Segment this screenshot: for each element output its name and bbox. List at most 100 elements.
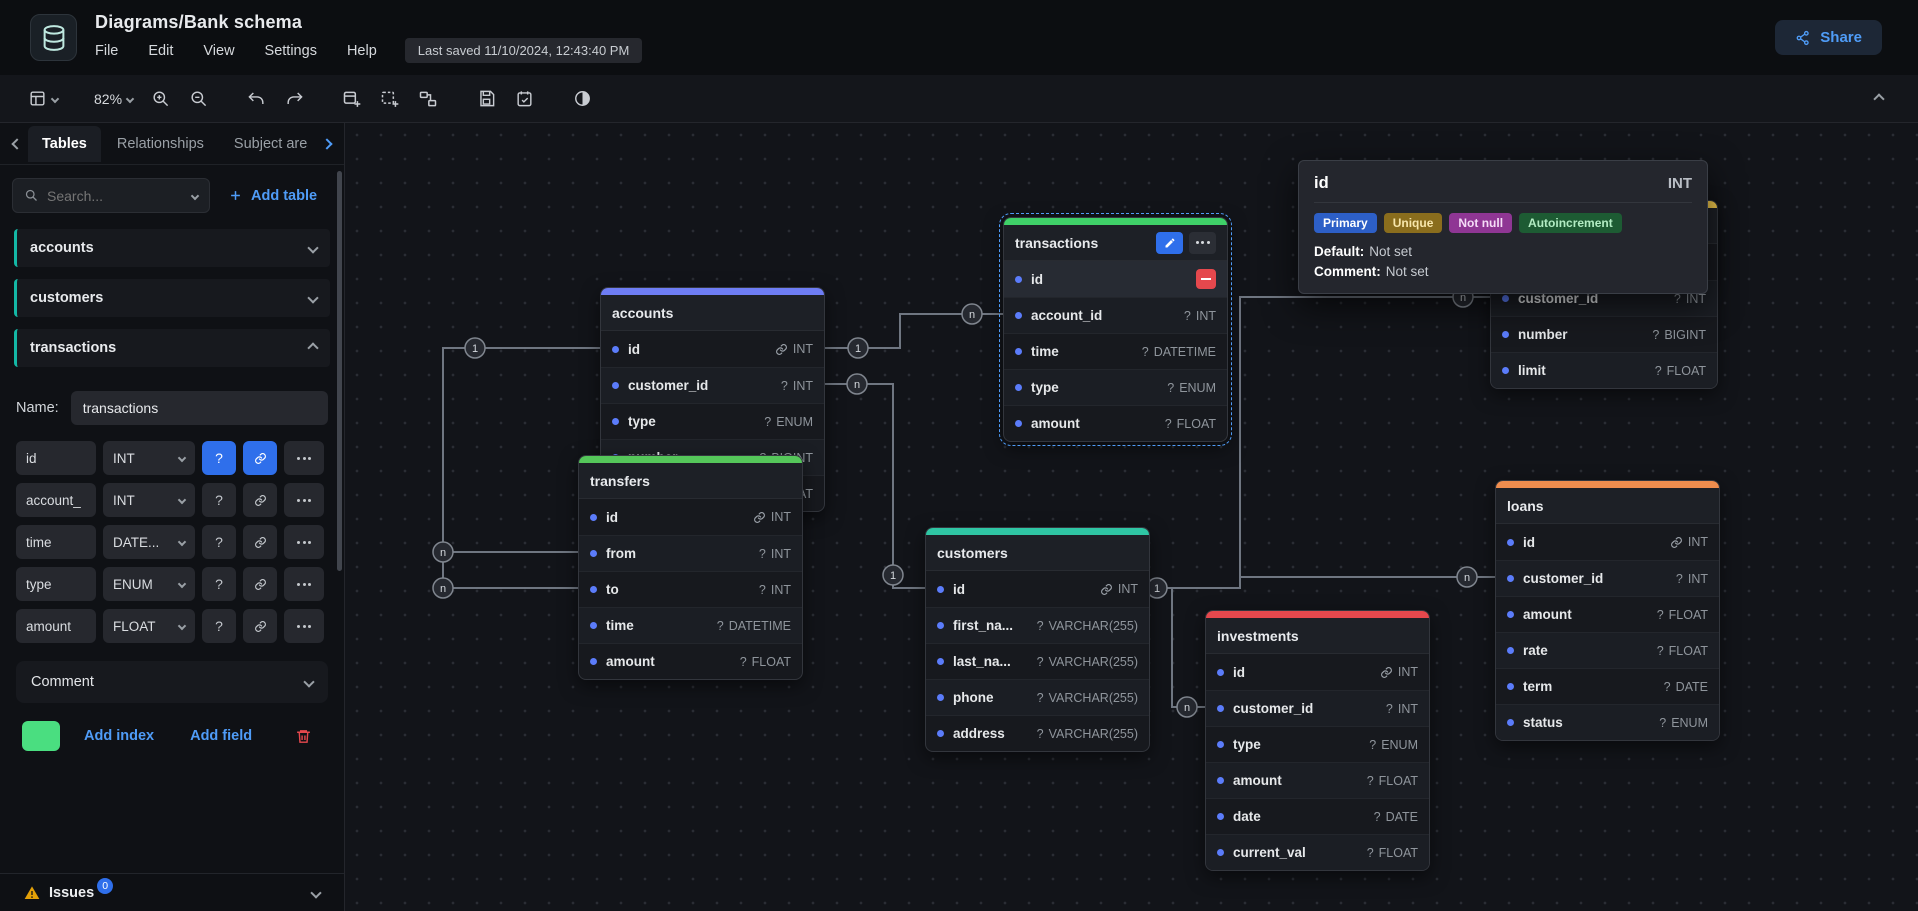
table-field-row[interactable]: id	[1004, 261, 1227, 297]
comment-section[interactable]: Comment	[16, 661, 328, 703]
zoom-in-button[interactable]	[143, 83, 177, 115]
delete-field-button[interactable]	[1196, 269, 1216, 289]
table-field-row[interactable]: address?VARCHAR(255)	[926, 715, 1149, 751]
primary-key-toggle[interactable]	[243, 441, 277, 475]
zoom-out-button[interactable]	[181, 83, 215, 115]
menu-help[interactable]: Help	[347, 43, 377, 59]
edit-table-button[interactable]	[1156, 232, 1183, 254]
add-relationship-button[interactable]	[411, 83, 445, 115]
relationship-line[interactable]	[825, 384, 925, 588]
field-name-input[interactable]: time	[16, 525, 96, 559]
er-table-customers[interactable]: customersidINTfirst_na...?VARCHAR(255)la…	[925, 527, 1150, 752]
delete-table-button[interactable]	[295, 728, 312, 745]
tabs-scroll-right-button[interactable]	[318, 136, 336, 152]
table-field-row[interactable]: limit?FLOAT	[1491, 352, 1717, 388]
sidebar-table-accounts[interactable]: accounts	[14, 229, 330, 267]
table-field-row[interactable]: term?DATE	[1496, 668, 1719, 704]
field-type-select[interactable]: FLOAT	[103, 609, 195, 643]
table-field-row[interactable]: amount?FLOAT	[1206, 762, 1429, 798]
table-field-row[interactable]: customer_id?INT	[601, 367, 824, 403]
tab-relationships[interactable]: Relationships	[103, 126, 218, 162]
nullable-toggle[interactable]: ?	[202, 525, 236, 559]
menu-file[interactable]: File	[95, 43, 118, 59]
add-subject-area-button[interactable]	[373, 83, 407, 115]
table-field-row[interactable]: idINT	[1206, 654, 1429, 690]
table-field-row[interactable]: idINT	[926, 571, 1149, 607]
table-options-button[interactable]	[1189, 232, 1216, 254]
tab-tables[interactable]: Tables	[28, 126, 101, 162]
table-field-row[interactable]: from?INT	[579, 535, 802, 571]
table-field-row[interactable]: time?DATETIME	[579, 607, 802, 643]
table-field-row[interactable]: customer_id?INT	[1206, 690, 1429, 726]
field-name-input[interactable]: id	[16, 441, 96, 475]
field-options-button[interactable]	[284, 609, 324, 643]
nullable-toggle[interactable]: ?	[202, 441, 236, 475]
field-options-button[interactable]	[284, 441, 324, 475]
add-table-button-sidebar[interactable]: Add table	[218, 180, 327, 212]
table-field-row[interactable]: type?ENUM	[1004, 369, 1227, 405]
issues-bar[interactable]: Issues 0	[0, 873, 344, 911]
add-field-button[interactable]: Add field	[178, 722, 264, 750]
table-field-row[interactable]: type?ENUM	[1206, 726, 1429, 762]
table-field-row[interactable]: first_na...?VARCHAR(255)	[926, 607, 1149, 643]
table-field-row[interactable]: idINT	[601, 331, 824, 367]
table-search-select[interactable]	[12, 178, 210, 213]
zoom-level-select[interactable]: 82%	[88, 83, 139, 115]
table-field-row[interactable]: type?ENUM	[601, 403, 824, 439]
table-name-input[interactable]	[71, 391, 328, 425]
save-button[interactable]	[469, 83, 503, 115]
er-table-investments[interactable]: investmentsidINTcustomer_id?INTtype?ENUM…	[1205, 610, 1430, 871]
field-options-button[interactable]	[284, 525, 324, 559]
nullable-toggle[interactable]: ?	[202, 483, 236, 517]
er-table-transactions[interactable]: transactionsidaccount_id?INTtime?DATETIM…	[1003, 217, 1228, 442]
search-input[interactable]	[47, 188, 184, 204]
add-table-button[interactable]	[335, 83, 369, 115]
table-field-row[interactable]: amount?FLOAT	[579, 643, 802, 679]
diagram-canvas[interactable]: 1n1nnn11nnn id INT PrimaryUniqueNot null…	[345, 123, 1918, 911]
table-field-row[interactable]: phone?VARCHAR(255)	[926, 679, 1149, 715]
table-field-row[interactable]: to?INT	[579, 571, 802, 607]
tab-subject-areas[interactable]: Subject areas	[220, 126, 308, 162]
table-field-row[interactable]: time?DATETIME	[1004, 333, 1227, 369]
primary-key-toggle[interactable]	[243, 483, 277, 517]
nullable-toggle[interactable]: ?	[202, 609, 236, 643]
table-field-row[interactable]: amount?FLOAT	[1004, 405, 1227, 441]
table-field-row[interactable]: idINT	[579, 499, 802, 535]
relationship-line[interactable]	[1240, 297, 1490, 588]
primary-key-toggle[interactable]	[243, 567, 277, 601]
table-color-swatch[interactable]	[22, 721, 60, 751]
field-type-select[interactable]: DATE...	[103, 525, 195, 559]
primary-key-toggle[interactable]	[243, 609, 277, 643]
table-field-row[interactable]: amount?FLOAT	[1496, 596, 1719, 632]
field-options-button[interactable]	[284, 567, 324, 601]
sidebar-table-customers[interactable]: customers	[14, 279, 330, 317]
sidebar-table-transactions[interactable]: transactions	[14, 329, 330, 367]
field-name-input[interactable]: type	[16, 567, 96, 601]
collapse-toolbar-button[interactable]	[1862, 83, 1896, 115]
table-field-row[interactable]: last_na...?VARCHAR(255)	[926, 643, 1149, 679]
share-button[interactable]: Share	[1775, 20, 1882, 55]
table-field-row[interactable]: rate?FLOAT	[1496, 632, 1719, 668]
table-field-row[interactable]: customer_id?INT	[1496, 560, 1719, 596]
table-field-row[interactable]: idINT	[1496, 524, 1719, 560]
table-field-row[interactable]: status?ENUM	[1496, 704, 1719, 740]
redo-button[interactable]	[277, 83, 311, 115]
field-options-button[interactable]	[284, 483, 324, 517]
field-name-input[interactable]: amount	[16, 609, 96, 643]
layout-options-button[interactable]	[22, 83, 64, 115]
menu-edit[interactable]: Edit	[148, 43, 173, 59]
tabs-scroll-left-button[interactable]	[8, 136, 26, 152]
undo-button[interactable]	[239, 83, 273, 115]
field-type-select[interactable]: INT	[103, 483, 195, 517]
todo-button[interactable]	[507, 83, 541, 115]
table-field-row[interactable]: date?DATE	[1206, 798, 1429, 834]
primary-key-toggle[interactable]	[243, 525, 277, 559]
menu-settings[interactable]: Settings	[265, 43, 317, 59]
theme-toggle-button[interactable]	[565, 83, 599, 115]
field-type-select[interactable]: ENUM	[103, 567, 195, 601]
field-name-input[interactable]: account_	[16, 483, 96, 517]
menu-view[interactable]: View	[203, 43, 234, 59]
table-field-row[interactable]: number?BIGINT	[1491, 316, 1717, 352]
sidebar-scrollbar[interactable]	[337, 171, 342, 571]
add-index-button[interactable]: Add index	[72, 722, 166, 750]
